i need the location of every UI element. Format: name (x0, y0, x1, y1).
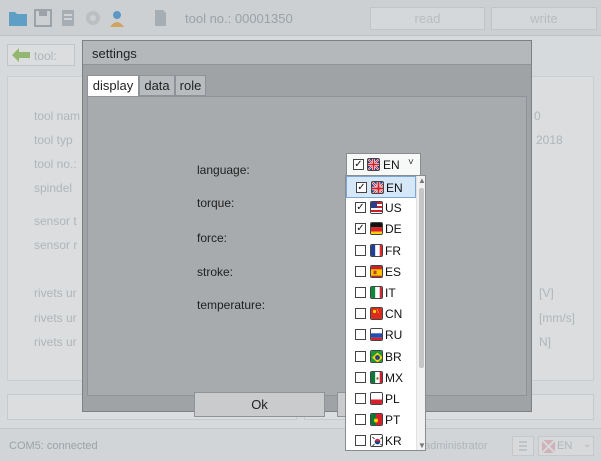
language-option-kr[interactable]: KR (346, 430, 416, 450)
language-code: EN (386, 181, 403, 195)
kr-flag-icon (370, 434, 383, 448)
uk-flag-icon (371, 181, 384, 194)
it-flag-icon (370, 286, 383, 299)
language-code: IT (385, 286, 396, 300)
language-label: language: (197, 163, 250, 177)
language-option-en[interactable]: ✓ EN (346, 176, 416, 198)
language-code: DE (385, 222, 402, 237)
language-code: US (385, 201, 402, 216)
dialog-title: settings (92, 46, 137, 61)
ru-flag-icon (370, 328, 383, 342)
combo-value: EN (383, 158, 400, 172)
language-dropdown-list: ✓ EN ✓ US ✓ DE FR ES IT CN RU BR MX PL PT KR ▲ ▼ (345, 175, 426, 451)
language-option-ru[interactable]: RU (346, 324, 416, 346)
torque-label: torque: (197, 196, 235, 210)
language-checkbox[interactable] (355, 371, 366, 383)
uk-flag-icon (367, 158, 380, 171)
ok-button[interactable]: Ok (194, 392, 325, 417)
language-option-pt[interactable]: PT (346, 409, 416, 431)
language-checkbox[interactable] (355, 393, 366, 404)
temperature-label: temperature: (197, 298, 266, 312)
language-code: RU (385, 328, 403, 343)
language-checkbox[interactable]: ✓ (355, 223, 366, 235)
language-checkbox[interactable] (355, 265, 366, 277)
display-tab-panel: language: torque: force: stroke: tempera… (87, 96, 527, 396)
language-checkbox[interactable] (355, 244, 366, 256)
language-code: PT (385, 413, 401, 428)
language-option-cn[interactable]: CN (346, 303, 416, 325)
language-code: FR (385, 243, 401, 258)
cn-flag-icon (370, 307, 383, 321)
mx-flag-icon (370, 370, 383, 384)
language-combobox[interactable]: ✓ EN ˅ (346, 153, 421, 176)
tab-data[interactable]: data (139, 75, 175, 96)
br-flag-icon (370, 349, 383, 363)
language-checkbox[interactable]: ✓ (355, 202, 366, 214)
language-option-es[interactable]: ES (346, 261, 416, 283)
language-option-us[interactable]: ✓ US (346, 197, 416, 219)
scrollbar-thumb[interactable] (419, 188, 424, 368)
combo-checkbox: ✓ (353, 159, 364, 170)
scroll-up-icon[interactable]: ▲ (418, 176, 425, 185)
language-option-de[interactable]: ✓ DE (346, 218, 416, 240)
stroke-label: stroke: (197, 265, 234, 279)
language-checkbox[interactable] (355, 350, 366, 362)
pt-flag-icon (370, 413, 383, 427)
dropdown-scrollbar[interactable]: ▲ ▼ (416, 176, 425, 450)
language-code: KR (385, 434, 402, 449)
tab-display[interactable]: display (87, 75, 139, 97)
language-option-br[interactable]: BR (346, 346, 416, 368)
de-flag-icon (370, 222, 383, 236)
language-checkbox[interactable] (355, 414, 366, 426)
language-checkbox[interactable] (355, 308, 366, 320)
chevron-down-icon: ˅ (408, 157, 414, 168)
language-checkbox[interactable] (355, 329, 366, 341)
language-option-pl[interactable]: PL (346, 388, 416, 410)
force-label: force: (197, 231, 228, 245)
language-checkbox[interactable] (355, 287, 366, 298)
dialog-title-bar: settings (83, 41, 531, 65)
language-option-fr[interactable]: FR (346, 240, 416, 262)
fr-flag-icon (370, 243, 383, 257)
es-flag-icon (370, 264, 383, 278)
tab-role[interactable]: role (175, 75, 206, 96)
pl-flag-icon (370, 392, 383, 405)
language-code: CN (385, 307, 403, 322)
language-code: ES (385, 264, 402, 279)
language-checkbox[interactable]: ✓ (356, 182, 367, 193)
language-code: PL (385, 392, 400, 406)
language-option-it[interactable]: IT (346, 282, 416, 304)
scroll-down-icon[interactable]: ▼ (418, 441, 425, 450)
language-checkbox[interactable] (355, 435, 366, 447)
language-code: MX (385, 370, 403, 385)
us-flag-icon (370, 201, 383, 215)
language-option-mx[interactable]: MX (346, 367, 416, 389)
settings-dialog: settings display data role language: tor… (82, 40, 532, 417)
language-code: BR (385, 349, 402, 364)
